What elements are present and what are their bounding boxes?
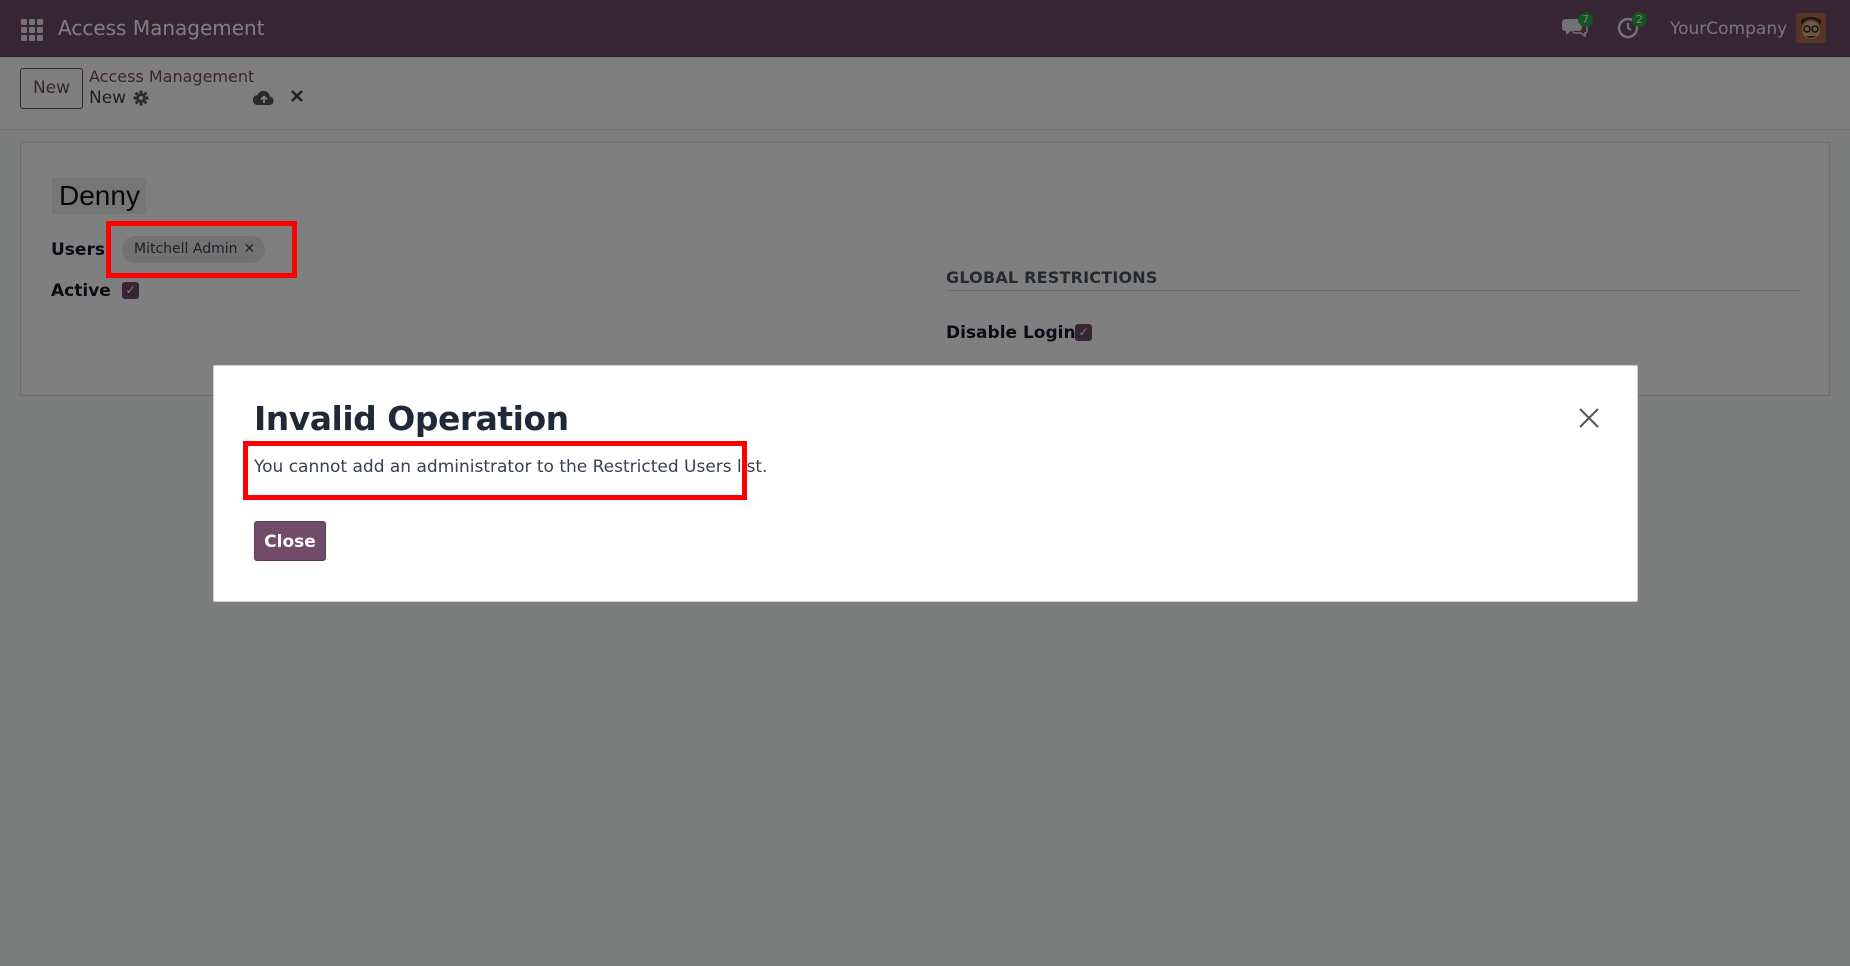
users-highlight-box bbox=[106, 221, 297, 278]
message-highlight-box bbox=[243, 441, 747, 500]
dialog-title: Invalid Operation bbox=[254, 399, 569, 438]
close-button[interactable]: Close bbox=[254, 521, 326, 561]
close-icon[interactable] bbox=[1577, 406, 1601, 430]
